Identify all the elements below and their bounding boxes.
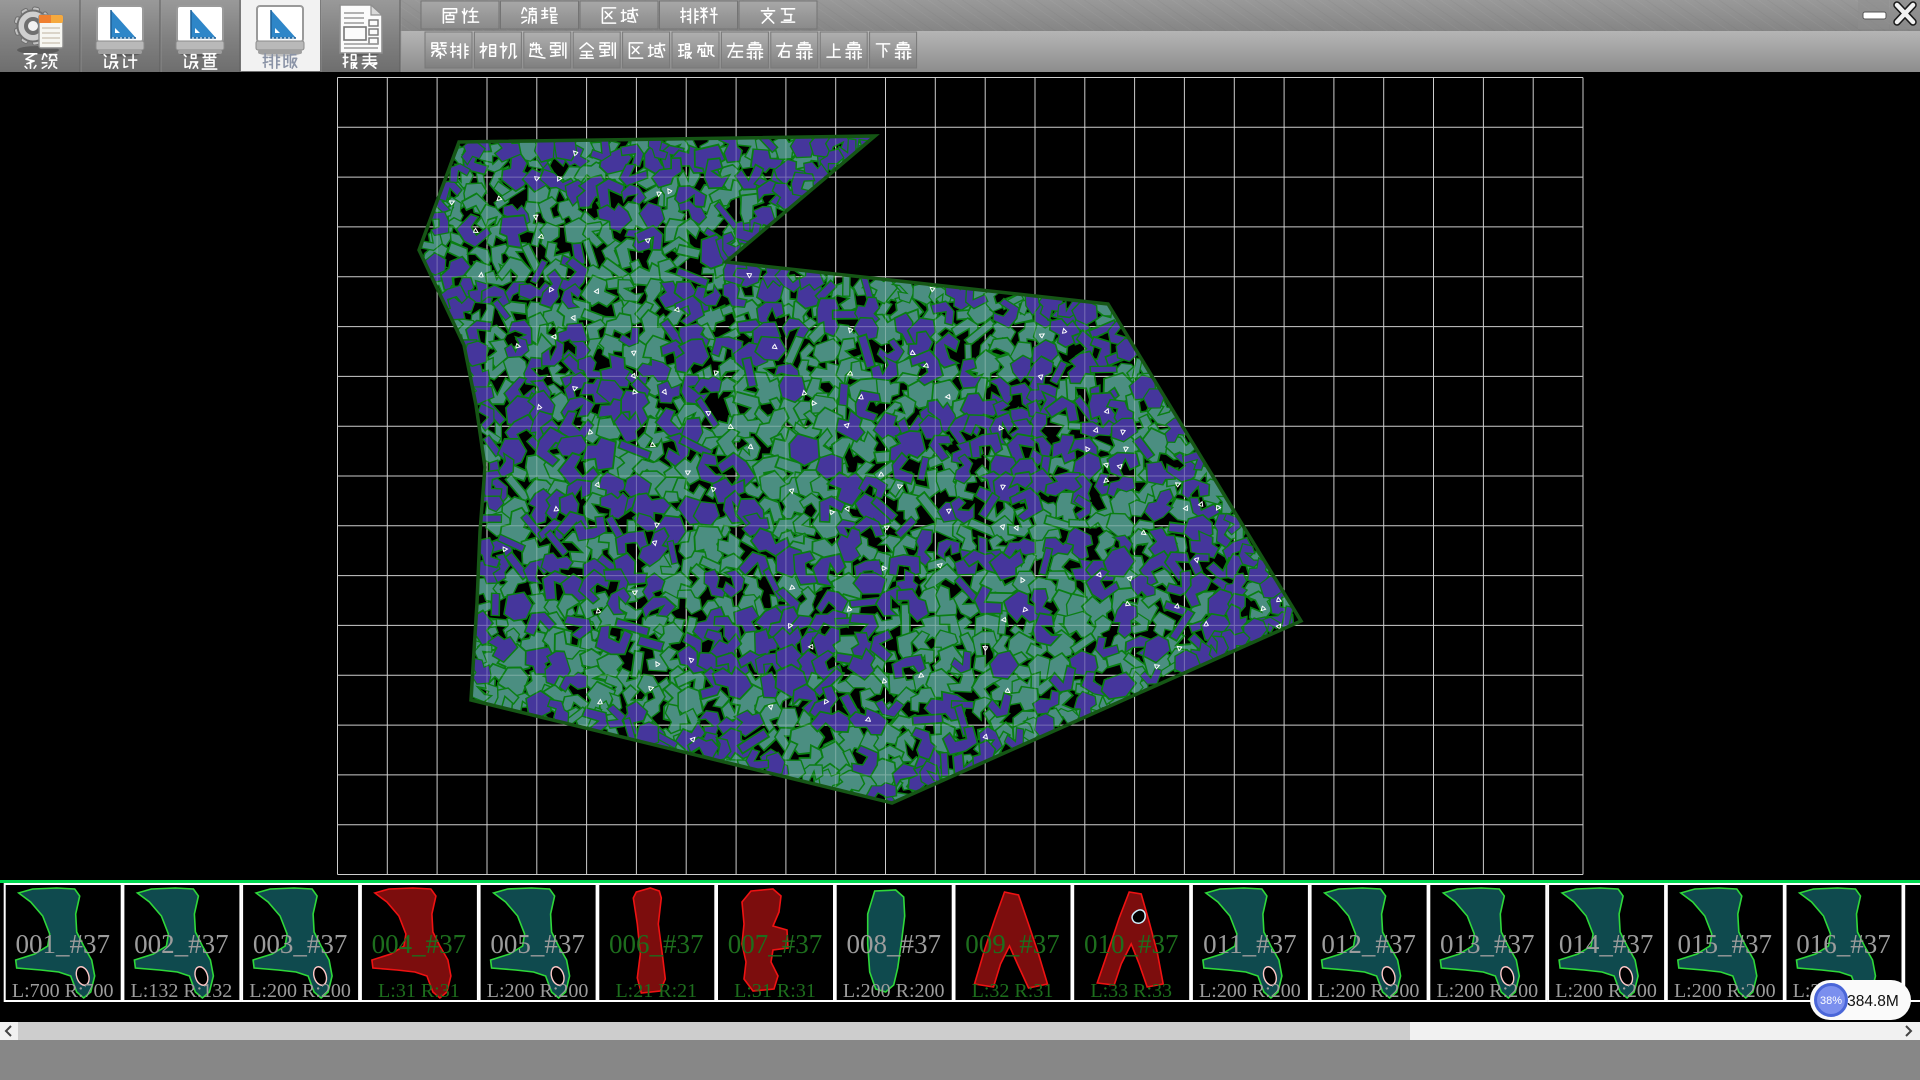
svg-text:L:200 R:200: L:200 R:200 xyxy=(487,980,589,1002)
svg-text:006_#37: 006_#37 xyxy=(609,929,704,959)
svg-text:005_#37: 005_#37 xyxy=(490,929,584,959)
svg-text:003_#37: 003_#37 xyxy=(253,929,348,959)
svg-text:008_#37: 008_#37 xyxy=(846,929,941,959)
svg-text:L:200 R:200: L:200 R:200 xyxy=(1199,980,1301,1002)
svg-text:013_#37: 013_#37 xyxy=(1440,929,1535,959)
svg-text:L:33 R:33: L:33 R:33 xyxy=(1090,980,1172,1002)
svg-text:004_#37: 004_#37 xyxy=(372,929,467,959)
svg-text:L:200 R:200: L:200 R:200 xyxy=(1318,980,1420,1002)
svg-text:007_#37: 007_#37 xyxy=(728,929,823,959)
svg-text:L:700 R:700: L:700 R:700 xyxy=(12,980,114,1002)
svg-text:L:200 R:200: L:200 R:200 xyxy=(1436,980,1538,1002)
svg-text:L:21 R:21: L:21 R:21 xyxy=(615,980,697,1002)
svg-text:L:32 R:31: L:32 R:31 xyxy=(972,980,1054,1002)
svg-text:L:200 R:200: L:200 R:200 xyxy=(1674,980,1776,1002)
svg-text:011_#37: 011_#37 xyxy=(1203,929,1297,959)
svg-text:38%: 38% xyxy=(1820,995,1842,1007)
svg-text:L:31 R:31: L:31 R:31 xyxy=(378,980,460,1002)
svg-text:L:132 R:132: L:132 R:132 xyxy=(131,980,233,1002)
svg-text:009_#37: 009_#37 xyxy=(965,929,1060,959)
svg-text:L:31 R:31: L:31 R:31 xyxy=(734,980,816,1002)
svg-text:010_#37: 010_#37 xyxy=(1084,929,1179,959)
svg-text:001_#37: 001_#37 xyxy=(15,929,110,959)
svg-text:384.8M: 384.8M xyxy=(1847,993,1899,1010)
svg-text:016_#37: 016_#37 xyxy=(1796,929,1891,959)
svg-text:L:200 R:200: L:200 R:200 xyxy=(249,980,351,1002)
svg-text:012_#37: 012_#37 xyxy=(1321,929,1416,959)
svg-text:L:200 R:200: L:200 R:200 xyxy=(843,980,945,1002)
svg-text:L:200 R:200: L:200 R:200 xyxy=(1555,980,1657,1002)
svg-text:002_#37: 002_#37 xyxy=(134,929,229,959)
svg-text:014_#37: 014_#37 xyxy=(1559,929,1654,959)
svg-text:015_#37: 015_#37 xyxy=(1678,929,1773,959)
